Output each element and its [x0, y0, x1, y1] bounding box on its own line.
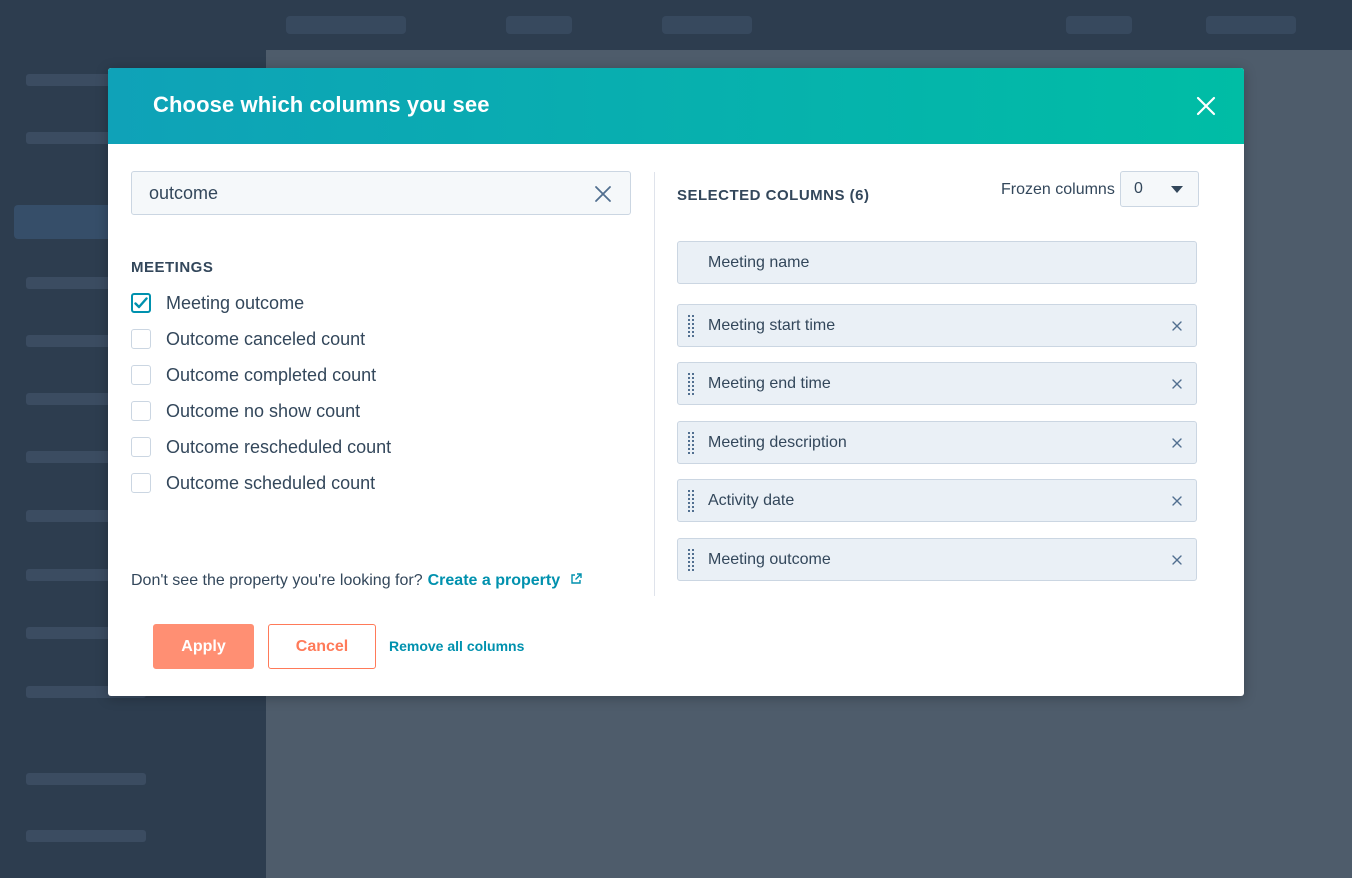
create-property-link-label: Create a property — [427, 572, 561, 589]
column-label: Meeting end time — [708, 375, 831, 392]
group-heading: MEETINGS — [131, 259, 214, 276]
column-label: Meeting description — [708, 434, 847, 451]
drag-handle-icon[interactable] — [688, 315, 694, 337]
hint-text: Don't see the property you're looking fo… — [131, 572, 423, 589]
option-outcome-rescheduled-count[interactable]: Outcome rescheduled count — [131, 434, 391, 460]
remove-column-icon[interactable] — [1172, 379, 1182, 389]
option-label: Outcome completed count — [166, 364, 377, 385]
checkmark-icon — [134, 297, 148, 309]
option-label: Meeting outcome — [166, 292, 305, 313]
external-link-icon — [570, 573, 582, 584]
option-outcome-canceled-count[interactable]: Outcome canceled count — [131, 326, 365, 352]
drag-handle-icon[interactable] — [688, 549, 694, 571]
drag-handle-icon[interactable] — [688, 373, 694, 395]
option-outcome-completed-count[interactable]: Outcome completed count — [131, 362, 376, 388]
selected-column-meeting-end-time[interactable]: Meeting end time — [677, 362, 1197, 405]
column-label: Meeting name — [708, 254, 810, 271]
search-clear-button[interactable] — [594, 185, 612, 203]
checkbox[interactable] — [131, 365, 151, 385]
search-box — [131, 171, 631, 215]
checkbox[interactable] — [131, 473, 151, 493]
selected-column-meeting-description[interactable]: Meeting description — [677, 421, 1197, 464]
column-chooser-modal: Choose which columns you see MEETINGS Me… — [108, 68, 1244, 696]
option-label: Outcome canceled count — [166, 328, 366, 349]
remove-all-columns-button[interactable]: Remove all columns — [389, 638, 524, 654]
cancel-button[interactable]: Cancel — [268, 624, 376, 669]
frozen-columns-label: Frozen columns — [1001, 181, 1115, 198]
frozen-columns-value: 0 — [1134, 180, 1143, 197]
option-label: Outcome no show count — [166, 400, 361, 421]
drag-handle-icon[interactable] — [688, 432, 694, 454]
clear-icon — [595, 186, 611, 202]
search-input[interactable] — [149, 180, 569, 206]
option-label: Outcome rescheduled count — [166, 436, 392, 457]
missing-property-hint: Don't see the property you're looking fo… — [131, 572, 582, 590]
create-property-link[interactable]: Create a property — [428, 572, 582, 589]
close-icon — [1196, 96, 1216, 116]
modal-header: Choose which columns you see — [108, 68, 1244, 144]
modal-title: Choose which columns you see — [153, 92, 490, 117]
option-outcome-scheduled-count[interactable]: Outcome scheduled count — [131, 470, 375, 496]
checkbox[interactable] — [131, 437, 151, 457]
frozen-columns-select[interactable]: 0 — [1120, 171, 1199, 207]
panel-divider — [654, 172, 655, 596]
column-label: Meeting start time — [708, 317, 836, 334]
drag-handle-icon[interactable] — [688, 490, 694, 512]
selected-columns-heading: SELECTED COLUMNS (6) — [677, 187, 870, 204]
remove-column-icon[interactable] — [1172, 321, 1182, 331]
option-label: Outcome scheduled count — [166, 472, 376, 493]
checkbox-checked[interactable] — [131, 293, 151, 313]
column-label: Activity date — [708, 492, 795, 509]
option-meeting-outcome[interactable]: Meeting outcome — [131, 290, 304, 316]
remove-column-icon[interactable] — [1172, 555, 1182, 565]
column-label: Meeting outcome — [708, 551, 831, 568]
caret-down-icon — [1171, 186, 1183, 193]
checkbox[interactable] — [131, 329, 151, 349]
remove-column-icon[interactable] — [1172, 496, 1182, 506]
option-outcome-no-show-count[interactable]: Outcome no show count — [131, 398, 360, 424]
close-button[interactable] — [1192, 92, 1220, 120]
selected-column-meeting-outcome[interactable]: Meeting outcome — [677, 538, 1197, 581]
selected-column-meeting-name: Meeting name — [677, 241, 1197, 284]
apply-button[interactable]: Apply — [153, 624, 254, 669]
selected-column-meeting-start-time[interactable]: Meeting start time — [677, 304, 1197, 347]
checkbox[interactable] — [131, 401, 151, 421]
selected-column-activity-date[interactable]: Activity date — [677, 479, 1197, 522]
remove-column-icon[interactable] — [1172, 438, 1182, 448]
